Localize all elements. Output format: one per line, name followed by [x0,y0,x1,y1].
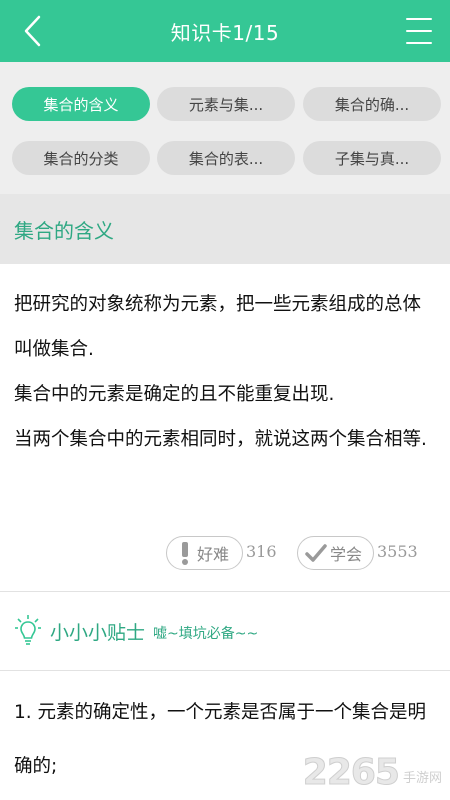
hard-button[interactable]: 好难 [166,536,243,570]
app-header: 知识卡1/15 [0,0,450,62]
tips-subtitle: 嘘~填坑必备~~ [153,626,259,642]
content-paragraph: 集合中的元素是确定的且不能重复出现. [14,384,335,405]
tag-jihe-hanyi[interactable]: 集合的含义 [12,87,150,121]
tag-jihe-fenlei[interactable]: 集合的分类 [12,141,150,175]
checkmark-icon [305,544,327,562]
tips-header: 小小小贴士 嘘~填坑必备~~ [0,592,450,670]
tips-title: 小小小贴士 [50,621,146,644]
tag-yuansu-jihe[interactable]: 元素与集... [157,87,295,121]
watermark-text: 手游网 [402,770,442,786]
section-header: 集合的含义 [0,194,450,264]
content-paragraph: 当两个集合中的元素相同时，就说这两个集合相等. [14,429,427,450]
card-content: 把研究的对象统称为元素，把一些元素组成的总体叫做集合. 集合中的元素是确定的且不… [14,282,438,462]
learned-label: 学会 [330,545,363,564]
content-paragraph: 把研究的对象统称为元素，把一些元素组成的总体叫做集合. [14,294,422,360]
tag-jihe-queding[interactable]: 集合的确... [303,87,441,121]
divider [0,670,450,671]
hard-count: 316 [246,542,277,561]
learned-button[interactable]: 学会 [297,536,374,570]
card-stats: 好难 316 学会 3553 [0,536,450,572]
lightbulb-icon [15,615,41,645]
hard-label: 好难 [197,545,230,564]
tag-ziji-zhenziji[interactable]: 子集与真... [303,141,441,175]
learned-count: 3553 [377,542,418,561]
hamburger-menu-icon [406,18,432,20]
tag-jihe-biaoshi[interactable]: 集合的表... [157,141,295,175]
watermark-number: 2265 [302,751,400,793]
topic-tags: 集合的含义 元素与集... 集合的确... 集合的分类 集合的表... 子集与真… [0,62,450,194]
watermark: 2265 手游网 [302,751,442,793]
page-title: 知识卡1/15 [170,20,280,45]
section-title: 集合的含义 [14,218,114,243]
exclamation-icon [182,542,188,565]
menu-button[interactable] [406,18,432,44]
